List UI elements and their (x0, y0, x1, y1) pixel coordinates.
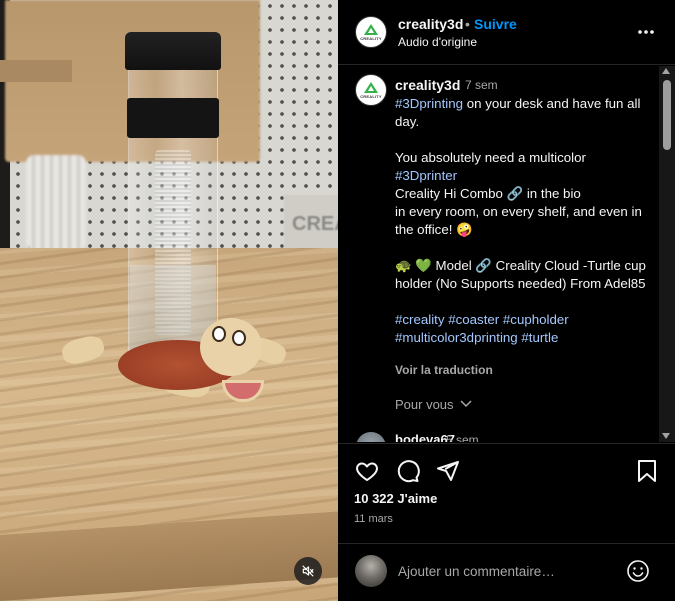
comment-button[interactable] (395, 458, 421, 484)
likes-count[interactable]: 10 322 J'aime (354, 491, 437, 506)
mute-button[interactable] (294, 557, 322, 585)
for-you-toggle[interactable]: Pour vous (395, 397, 454, 412)
smiley-icon (627, 560, 649, 582)
paper-plane-icon (437, 461, 459, 481)
caption-line: Creality Hi Combo 🔗 in the bio (395, 186, 581, 201)
share-button[interactable] (435, 458, 461, 484)
caption-timestamp[interactable]: 7 sem (465, 78, 498, 92)
hashtag-link[interactable]: #multicolor3dprinting #turtle (395, 329, 655, 347)
comments-section[interactable]: CREALITY creality3d 7 sem #3Dprinting on… (338, 66, 675, 442)
caption-username[interactable]: creality3d (395, 77, 460, 93)
caption-line: #3Dprinting on your desk and have fun al… (395, 95, 655, 131)
turtle-head (200, 318, 262, 376)
original-audio-link[interactable]: Audio d'origine (398, 35, 477, 49)
comment-input[interactable] (398, 561, 618, 581)
scroll-up-arrow-icon[interactable] (662, 68, 670, 74)
post-header: CREALITY creality3d • Suivre Audio d'ori… (338, 0, 675, 65)
turtle-eye (212, 326, 226, 342)
creality-avatar[interactable]: CREALITY (355, 16, 387, 48)
creality-logo-icon (364, 23, 378, 35)
speaker-muted-icon (302, 565, 314, 577)
comment-bubble-icon (397, 460, 420, 483)
follow-button[interactable]: Suivre (474, 16, 517, 32)
hashtag-link[interactable]: #3Dprinting (395, 96, 463, 111)
caption-line: You absolutely need a multicolor (395, 150, 586, 165)
save-button[interactable] (634, 458, 660, 484)
post-actions: 10 322 J'aime 11 mars (338, 443, 675, 543)
chevron-down-icon[interactable] (460, 400, 472, 408)
wood-shelf-ledge (0, 60, 72, 82)
bottle-cap (125, 32, 221, 70)
scrollbar-thumb[interactable] (663, 80, 671, 150)
logo-wordmark: CREALITY (360, 35, 382, 41)
emoji-button[interactable] (626, 559, 650, 583)
hashtag-link[interactable]: #3Dprinter (395, 167, 655, 185)
like-button[interactable] (354, 458, 380, 484)
see-translation-link[interactable]: Voir la traduction (395, 363, 493, 377)
caption-avatar[interactable]: CREALITY (355, 74, 387, 106)
brand-sign: CREA (284, 195, 338, 253)
avatar[interactable] (356, 432, 386, 442)
post-date[interactable]: 11 mars (354, 513, 393, 525)
creality-logo-icon (364, 81, 378, 93)
post-media[interactable]: CREA (0, 0, 338, 601)
separator-dot: • (465, 16, 470, 32)
more-horizontal-icon (638, 30, 654, 34)
turtle-eye (232, 330, 246, 346)
logo-wordmark: CREALITY (360, 93, 382, 99)
scroll-down-arrow-icon[interactable] (662, 433, 670, 439)
bookmark-icon (638, 460, 656, 482)
white-printed-object (26, 155, 86, 250)
bottle-band (127, 98, 219, 138)
post-sidebar: CREALITY creality3d • Suivre Audio d'ori… (338, 0, 675, 601)
more-options-button[interactable] (634, 20, 658, 44)
caption-text: #3Dprinting on your desk and have fun al… (395, 95, 655, 347)
comment-timestamp: 5 sem (446, 433, 479, 442)
heart-icon (356, 462, 378, 481)
post-author-username[interactable]: creality3d (398, 16, 463, 32)
add-comment-bar (338, 543, 675, 601)
comments-scrollbar[interactable] (659, 66, 675, 442)
hashtag-link[interactable]: #creality #coaster #cupholder (395, 311, 655, 329)
caption-line: in every room, on every shelf, and even … (395, 204, 642, 237)
caption-line: 🐢 💚 Model 🔗 Creality Cloud -Turtle cup h… (395, 258, 646, 291)
avatar (355, 555, 387, 587)
